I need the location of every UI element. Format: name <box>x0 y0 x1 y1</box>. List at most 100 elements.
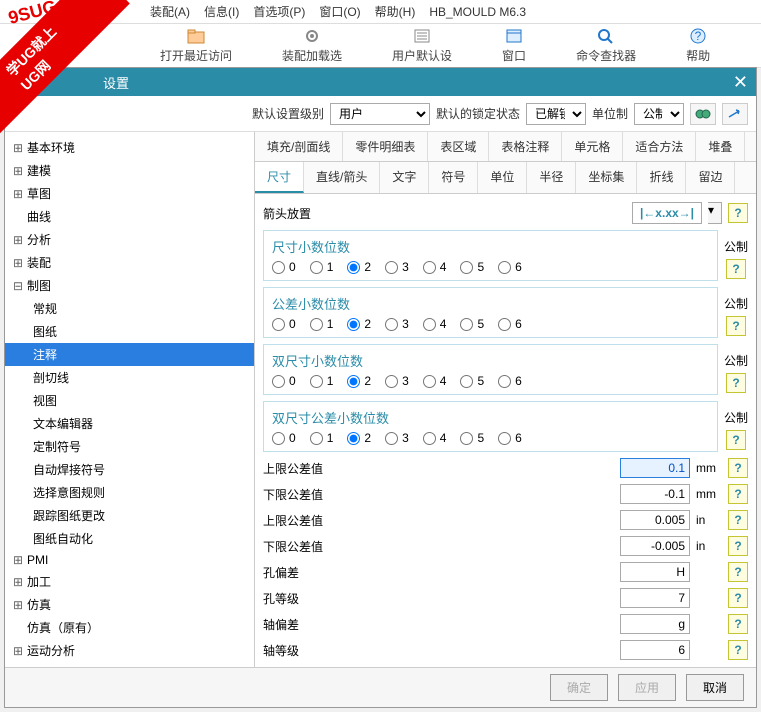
expand-icon[interactable]: ⊞ <box>13 575 27 589</box>
help-icon[interactable]: ? <box>728 536 748 556</box>
tab[interactable]: 尺寸 <box>255 162 304 193</box>
tab[interactable]: 文字 <box>380 162 429 193</box>
radio-option[interactable]: 4 <box>423 431 447 445</box>
radio-option[interactable]: 1 <box>310 260 334 274</box>
tree-item[interactable]: 剖切线 <box>5 366 254 389</box>
value-input[interactable] <box>620 458 690 478</box>
tree-item[interactable]: 文本编辑器 <box>5 412 254 435</box>
radio-option[interactable]: 3 <box>385 431 409 445</box>
tab[interactable]: 单元格 <box>562 132 623 161</box>
tab[interactable]: 表格注释 <box>489 132 562 161</box>
tree-item[interactable]: 图纸自动化 <box>5 527 254 550</box>
binoculars-icon[interactable] <box>690 103 716 125</box>
tree-item[interactable]: 自动焊接符号 <box>5 458 254 481</box>
radio-option[interactable]: 4 <box>423 317 447 331</box>
menu-item[interactable]: 帮助(H) <box>375 3 416 20</box>
apply-button[interactable]: 应用 <box>618 674 676 701</box>
tree-item[interactable]: ⊞运动分析 <box>5 639 254 662</box>
tree-item[interactable]: 曲线 <box>5 205 254 228</box>
tree-item[interactable]: ⊞基本环境 <box>5 136 254 159</box>
radio-option[interactable]: 0 <box>272 260 296 274</box>
menu-item[interactable]: 装配(A) <box>150 3 190 20</box>
tab[interactable]: 零件明细表 <box>343 132 428 161</box>
tab[interactable]: 表区域 <box>428 132 489 161</box>
help-icon[interactable]: ? <box>728 614 748 634</box>
tree-item[interactable]: ⊞分析 <box>5 228 254 251</box>
value-input[interactable] <box>620 640 690 660</box>
radio-option[interactable]: 6 <box>498 431 522 445</box>
radio-option[interactable]: 1 <box>310 374 334 388</box>
expand-icon[interactable]: ⊞ <box>13 598 27 612</box>
toolbar-item[interactable]: 打开最近访问 <box>160 27 232 64</box>
tree-item[interactable]: 定制符号 <box>5 435 254 458</box>
expand-icon[interactable]: ⊞ <box>13 187 27 201</box>
value-input[interactable] <box>620 510 690 530</box>
expand-icon[interactable]: ⊞ <box>13 141 27 155</box>
radio-option[interactable]: 5 <box>460 431 484 445</box>
arrow-icon[interactable] <box>722 103 748 125</box>
radio-option[interactable]: 3 <box>385 374 409 388</box>
help-icon[interactable]: ? <box>726 373 746 393</box>
tab[interactable]: 半径 <box>527 162 576 193</box>
toolbar-item[interactable]: 窗口 <box>502 27 526 64</box>
help-icon[interactable]: ? <box>728 510 748 530</box>
help-icon[interactable]: ? <box>726 430 746 450</box>
tab[interactable]: 单位 <box>478 162 527 193</box>
tree-item[interactable]: ⊟制图 <box>5 274 254 297</box>
radio-option[interactable]: 0 <box>272 317 296 331</box>
radio-option[interactable]: 2 <box>347 374 371 388</box>
help-icon[interactable]: ? <box>726 316 746 336</box>
tree-item[interactable]: ⊞草图 <box>5 182 254 205</box>
radio-option[interactable]: 4 <box>423 260 447 274</box>
ok-button[interactable]: 确定 <box>550 674 608 701</box>
value-input[interactable] <box>620 484 690 504</box>
value-input[interactable] <box>620 588 690 608</box>
radio-option[interactable]: 6 <box>498 317 522 331</box>
tree-item[interactable]: ⊞装配 <box>5 251 254 274</box>
value-input[interactable] <box>620 562 690 582</box>
radio-option[interactable]: 6 <box>498 260 522 274</box>
value-input[interactable] <box>620 536 690 556</box>
tree-item[interactable]: 视图 <box>5 389 254 412</box>
unit-select[interactable]: 公制 <box>634 103 684 125</box>
value-input[interactable] <box>620 614 690 634</box>
tree-item[interactable]: 常规 <box>5 297 254 320</box>
arrow-style-button[interactable]: |←x.xx→| <box>632 202 702 224</box>
tab[interactable]: 适合方法 <box>623 132 696 161</box>
help-icon[interactable]: ? <box>726 259 746 279</box>
close-icon[interactable]: ✕ <box>733 72 748 93</box>
radio-option[interactable]: 1 <box>310 317 334 331</box>
tree-item[interactable]: 选择意图规则 <box>5 481 254 504</box>
expand-icon[interactable]: ⊟ <box>13 279 27 293</box>
radio-option[interactable]: 4 <box>423 374 447 388</box>
toolbar-item[interactable]: 用户默认设 <box>392 27 452 64</box>
cancel-button[interactable]: 取消 <box>686 674 744 701</box>
tab[interactable]: 留边 <box>686 162 735 193</box>
radio-option[interactable]: 1 <box>310 431 334 445</box>
arrow-style-dropdown[interactable]: ▾ <box>708 202 722 224</box>
tree-item[interactable]: ⊞仿真 <box>5 593 254 616</box>
radio-option[interactable]: 2 <box>347 317 371 331</box>
radio-option[interactable]: 5 <box>460 317 484 331</box>
expand-icon[interactable]: ⊞ <box>13 233 27 247</box>
tab[interactable]: 符号 <box>429 162 478 193</box>
lock-select[interactable]: 已解锁 <box>526 103 586 125</box>
toolbar-item[interactable]: 命令查找器 <box>576 27 636 64</box>
radio-option[interactable]: 3 <box>385 317 409 331</box>
radio-option[interactable]: 0 <box>272 431 296 445</box>
radio-option[interactable]: 5 <box>460 260 484 274</box>
help-icon[interactable]: ? <box>728 588 748 608</box>
tab[interactable]: 坐标集 <box>576 162 637 193</box>
tree-item[interactable]: 跟踪图纸更改 <box>5 504 254 527</box>
tree-item[interactable]: ⊞PMI <box>5 550 254 570</box>
toolbar-item[interactable]: 装配加载选 <box>282 27 342 64</box>
radio-option[interactable]: 0 <box>272 374 296 388</box>
level-select[interactable]: 用户 <box>330 103 430 125</box>
help-icon[interactable]: ? <box>728 484 748 504</box>
tree-item[interactable]: 仿真（原有） <box>5 616 254 639</box>
toolbar-item[interactable]: ?帮助 <box>686 27 710 64</box>
tree-item[interactable]: ⊞建模 <box>5 159 254 182</box>
radio-option[interactable]: 2 <box>347 260 371 274</box>
tab[interactable]: 直线/箭头 <box>304 162 380 193</box>
menu-item[interactable]: HB_MOULD M6.3 <box>429 5 526 19</box>
